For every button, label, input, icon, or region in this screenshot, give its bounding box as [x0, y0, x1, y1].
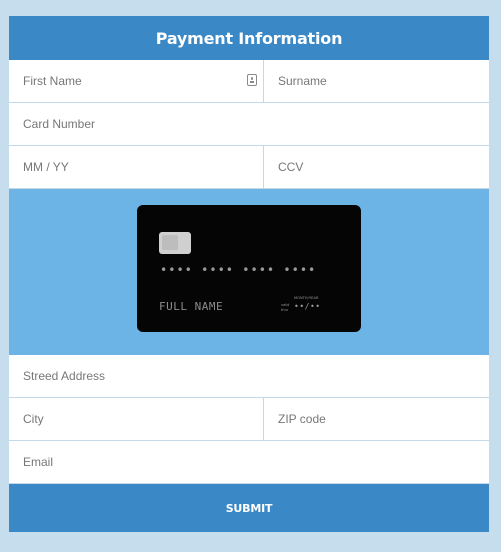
card-chip-icon	[159, 232, 191, 254]
card-number-input[interactable]	[23, 117, 489, 131]
zip-input[interactable]	[278, 412, 489, 426]
email-row	[9, 441, 489, 484]
card-preview-name: FULL NAME	[159, 300, 224, 313]
first-name-field	[9, 60, 263, 102]
contact-card-icon[interactable]	[247, 74, 257, 86]
city-zip-row	[9, 398, 489, 441]
email-field	[9, 441, 489, 483]
card-preview-expiry: ••/••	[294, 302, 321, 311]
card-preview-number: •••• •••• •••• ••••	[160, 263, 317, 277]
card-preview-area: •••• •••• •••• •••• FULL NAME valid thru…	[9, 189, 489, 355]
first-name-input[interactable]	[23, 74, 263, 88]
payment-form: Payment Information •••• •••• •••• •••• …	[9, 16, 489, 532]
email-input[interactable]	[23, 455, 489, 469]
card-preview-valid-thru: valid thru	[281, 303, 290, 312]
name-row	[9, 60, 489, 103]
form-header: Payment Information	[9, 16, 489, 60]
surname-input[interactable]	[278, 74, 489, 88]
street-address-input[interactable]	[23, 369, 489, 383]
zip-field	[263, 398, 489, 440]
ccv-input[interactable]	[278, 160, 489, 174]
expiry-field	[9, 146, 263, 188]
submit-button[interactable]: SUBMIT	[9, 484, 489, 532]
ccv-field	[263, 146, 489, 188]
expiry-ccv-row	[9, 146, 489, 189]
card-number-field	[9, 103, 489, 145]
credit-card-preview: •••• •••• •••• •••• FULL NAME valid thru…	[137, 205, 361, 332]
city-input[interactable]	[23, 412, 263, 426]
card-number-row	[9, 103, 489, 146]
surname-field	[263, 60, 489, 102]
street-row	[9, 355, 489, 398]
street-address-field	[9, 355, 489, 397]
card-preview-month-year-label: MONTH/YEAR	[294, 296, 319, 300]
page-title: Payment Information	[155, 28, 343, 48]
city-field	[9, 398, 263, 440]
expiry-input[interactable]	[23, 160, 263, 174]
